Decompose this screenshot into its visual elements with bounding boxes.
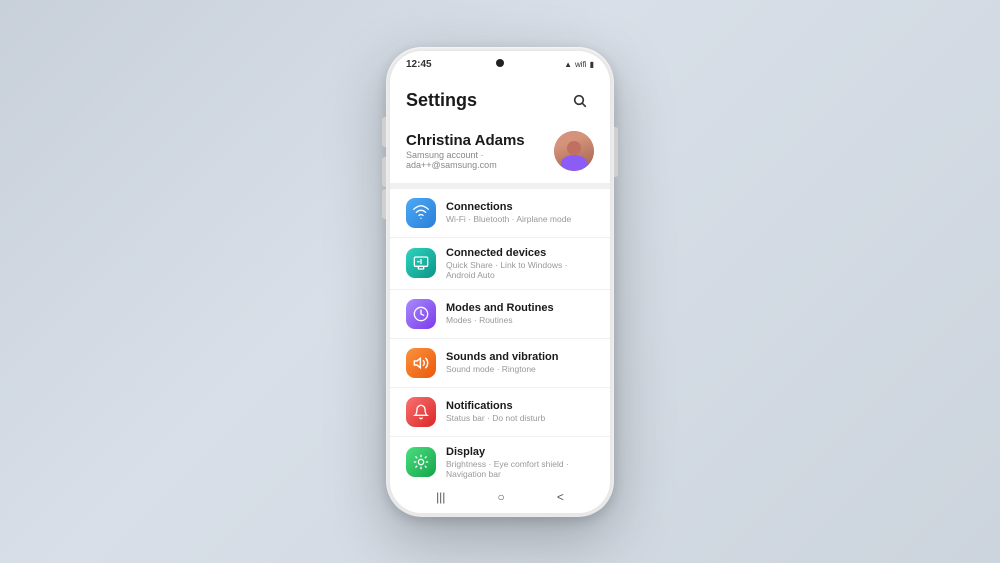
camera-dot <box>496 59 504 67</box>
connections-title: Connections <box>446 201 594 213</box>
settings-item-display[interactable]: Display Brightness · Eye comfort shield … <box>390 437 610 481</box>
modes-svg <box>413 306 429 322</box>
status-time: 12:45 <box>406 59 432 70</box>
display-text: Display Brightness · Eye comfort shield … <box>446 446 594 479</box>
notifications-svg <box>413 404 429 420</box>
profile-section[interactable]: Christina Adams Samsung account · ada++@… <box>390 121 610 183</box>
home-icon: ○ <box>498 490 505 504</box>
avatar-image <box>554 131 594 171</box>
battery-icon: ▮ <box>590 60 594 69</box>
modes-title: Modes and Routines <box>446 302 594 314</box>
sounds-title: Sounds and vibration <box>446 351 594 363</box>
notifications-text: Notifications Status bar · Do not distur… <box>446 400 594 423</box>
avatar <box>554 131 594 171</box>
phone-frame: 12:45 ▲ wifi ▮ Settings <box>386 47 614 517</box>
wifi-icon: wifi <box>575 60 587 69</box>
sounds-icon <box>406 348 436 378</box>
settings-item-connected-devices[interactable]: Connected devices Quick Share · Link to … <box>390 238 610 290</box>
display-sub: Brightness · Eye comfort shield · Naviga… <box>446 459 594 479</box>
signal-icon: ▲ <box>564 60 572 69</box>
connections-sub: Wi-Fi · Bluetooth · Airplane mode <box>446 214 594 224</box>
screen-content: Settings Christina Adams Samsung account… <box>390 79 610 481</box>
status-icons: ▲ wifi ▮ <box>564 60 594 69</box>
wifi-connections-icon <box>413 205 429 221</box>
page-title: Settings <box>406 90 477 111</box>
back-icon: < <box>557 490 564 504</box>
connections-icon <box>406 198 436 228</box>
home-button[interactable]: ○ <box>498 490 505 504</box>
search-icon <box>572 93 588 109</box>
display-icon <box>406 447 436 477</box>
modes-text: Modes and Routines Modes · Routines <box>446 302 594 325</box>
back-button[interactable]: < <box>557 490 564 504</box>
connected-devices-text: Connected devices Quick Share · Link to … <box>446 247 594 280</box>
display-title: Display <box>446 446 594 458</box>
notifications-title: Notifications <box>446 400 594 412</box>
settings-item-connections[interactable]: Connections Wi-Fi · Bluetooth · Airplane… <box>390 189 610 238</box>
navigation-bar: ||| ○ < <box>390 481 610 513</box>
notifications-icon <box>406 397 436 427</box>
profile-info: Christina Adams Samsung account · ada++@… <box>406 132 544 170</box>
phone-screen: 12:45 ▲ wifi ▮ Settings <box>390 51 610 513</box>
notifications-sub: Status bar · Do not disturb <box>446 413 594 423</box>
profile-subtitle: Samsung account · ada++@samsung.com <box>406 150 544 170</box>
sounds-text: Sounds and vibration Sound mode · Ringto… <box>446 351 594 374</box>
connected-devices-title: Connected devices <box>446 247 594 259</box>
connected-devices-svg <box>413 255 429 271</box>
settings-item-sounds[interactable]: Sounds and vibration Sound mode · Ringto… <box>390 339 610 388</box>
connections-text: Connections Wi-Fi · Bluetooth · Airplane… <box>446 201 594 224</box>
settings-header: Settings <box>390 79 610 121</box>
modes-sub: Modes · Routines <box>446 315 594 325</box>
settings-item-modes[interactable]: Modes and Routines Modes · Routines <box>390 290 610 339</box>
display-svg <box>413 454 429 470</box>
connected-devices-sub: Quick Share · Link to Windows · Android … <box>446 260 594 280</box>
recents-button[interactable]: ||| <box>436 490 445 504</box>
connected-devices-icon <box>406 248 436 278</box>
modes-icon <box>406 299 436 329</box>
status-bar: 12:45 ▲ wifi ▮ <box>390 51 610 79</box>
sounds-svg <box>413 355 429 371</box>
settings-list: Connections Wi-Fi · Bluetooth · Airplane… <box>390 189 610 481</box>
profile-name: Christina Adams <box>406 132 544 149</box>
sounds-sub: Sound mode · Ringtone <box>446 364 594 374</box>
recents-icon: ||| <box>436 490 445 504</box>
search-button[interactable] <box>566 87 594 115</box>
settings-item-notifications[interactable]: Notifications Status bar · Do not distur… <box>390 388 610 437</box>
